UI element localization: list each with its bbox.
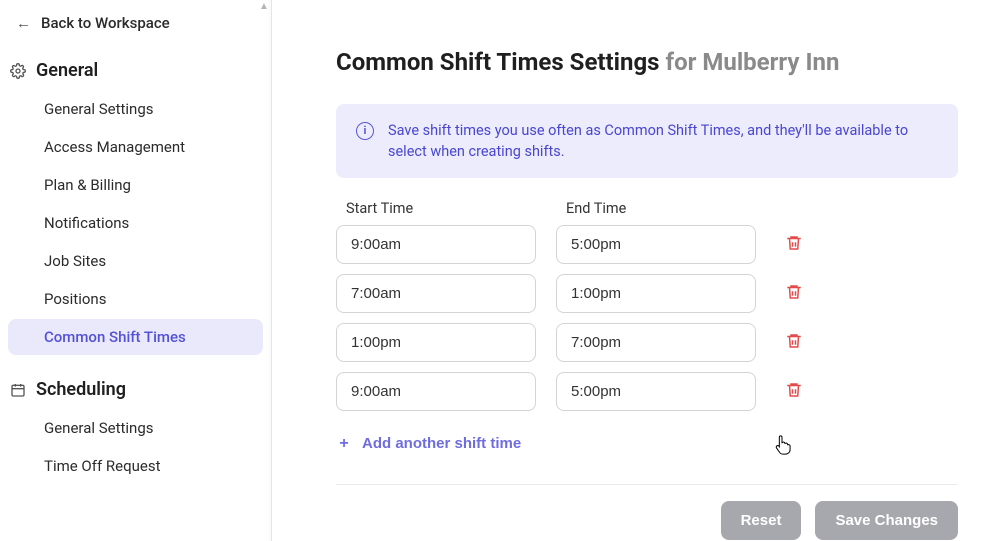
delete-row-button[interactable] (776, 276, 812, 312)
info-text: Save shift times you use often as Common… (388, 120, 938, 162)
info-icon: i (356, 122, 374, 140)
delete-row-button[interactable] (776, 227, 812, 263)
page-title: Common Shift Times Settings for Mulberry… (336, 48, 958, 76)
shift-row (336, 225, 958, 264)
sidebar-section-scheduling: Scheduling (0, 369, 271, 408)
trash-icon (785, 283, 803, 304)
shift-row (336, 372, 958, 411)
back-to-workspace[interactable]: ← Back to Workspace (0, 4, 271, 50)
info-banner: i Save shift times you use often as Comm… (336, 104, 958, 178)
start-time-input[interactable] (336, 372, 536, 411)
trash-icon (785, 381, 803, 402)
add-shift-time-button[interactable]: + Add another shift time (336, 431, 521, 456)
sidebar-item-sched-general-settings[interactable]: General Settings (8, 410, 263, 446)
trash-icon (785, 332, 803, 353)
sidebar-item-plan-billing[interactable]: Plan & Billing (8, 167, 263, 203)
start-time-input[interactable] (336, 225, 536, 264)
page-title-main: Common Shift Times Settings (336, 48, 660, 76)
sidebar-section-title: General (36, 60, 98, 81)
sidebar-item-time-off-request[interactable]: Time Off Request (8, 448, 263, 484)
end-time-input[interactable] (556, 372, 756, 411)
trash-icon (785, 234, 803, 255)
add-shift-label: Add another shift time (362, 435, 521, 452)
gear-icon (10, 63, 26, 79)
sidebar-item-general-settings[interactable]: General Settings (8, 91, 263, 127)
shift-times-table: Start Time End Time (336, 200, 958, 456)
back-label: Back to Workspace (41, 14, 170, 32)
page-title-suffix: for Mulberry Inn (665, 48, 839, 76)
arrow-left-icon: ← (16, 14, 31, 32)
col-header-end: End Time (566, 200, 766, 217)
save-changes-button[interactable]: Save Changes (815, 501, 958, 540)
delete-row-button[interactable] (776, 374, 812, 410)
start-time-input[interactable] (336, 323, 536, 362)
shift-row (336, 323, 958, 362)
footer-actions: Reset Save Changes (336, 501, 958, 540)
sidebar-section-general: General (0, 50, 271, 89)
sidebar-item-job-sites[interactable]: Job Sites (8, 243, 263, 279)
sidebar-item-positions[interactable]: Positions (8, 281, 263, 317)
shift-row (336, 274, 958, 313)
scroll-up-hint-icon: ▲ (257, 0, 271, 12)
column-headers: Start Time End Time (336, 200, 958, 225)
reset-button[interactable]: Reset (721, 501, 802, 540)
end-time-input[interactable] (556, 225, 756, 264)
calendar-icon (10, 382, 26, 398)
end-time-input[interactable] (556, 274, 756, 313)
main-content: Common Shift Times Settings for Mulberry… (272, 0, 994, 541)
start-time-input[interactable] (336, 274, 536, 313)
sidebar-item-notifications[interactable]: Notifications (8, 205, 263, 241)
sidebar-item-common-shift-times[interactable]: Common Shift Times (8, 319, 263, 355)
end-time-input[interactable] (556, 323, 756, 362)
sidebar-item-access-management[interactable]: Access Management (8, 129, 263, 165)
delete-row-button[interactable] (776, 325, 812, 361)
divider (336, 484, 958, 485)
col-header-start: Start Time (346, 200, 546, 217)
sidebar-section-title: Scheduling (36, 379, 126, 400)
plus-icon: + (336, 436, 352, 452)
sidebar: ▲ ← Back to Workspace General General Se… (0, 0, 272, 541)
